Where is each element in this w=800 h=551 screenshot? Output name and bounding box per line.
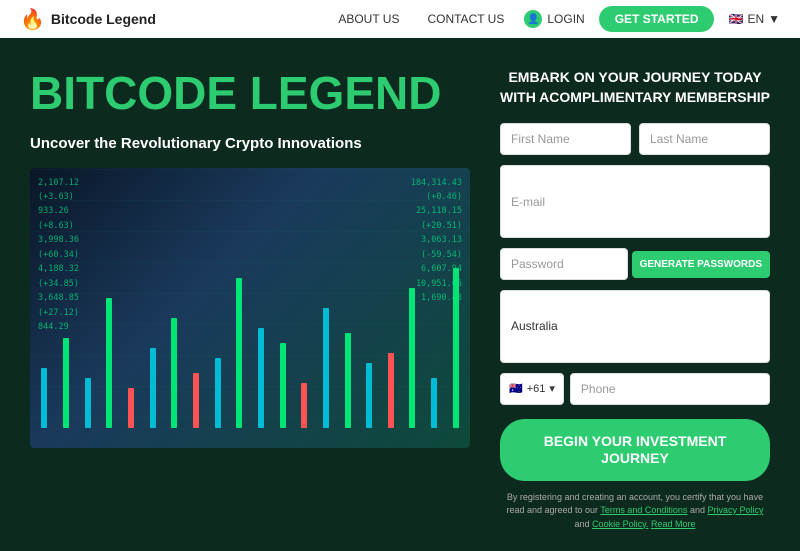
- generate-password-button[interactable]: GENERATE PASSWORDS: [632, 251, 770, 278]
- login-label: LOGIN: [547, 12, 584, 26]
- invest-button[interactable]: BEGIN YOUR INVESTMENT JOURNEY: [500, 419, 770, 481]
- hero-section: BITCODE LEGEND Uncover the Revolutionary…: [30, 68, 470, 531]
- candle-15: [338, 333, 357, 428]
- name-row: [500, 123, 770, 155]
- password-input[interactable]: [500, 248, 628, 280]
- candle-14: [317, 308, 336, 428]
- form-title: EMBARK ON YOUR JOURNEY TODAY WITH ACOMPL…: [500, 68, 770, 107]
- candle-18: [403, 288, 422, 428]
- email-input[interactable]: [500, 165, 770, 238]
- get-started-button[interactable]: GET STARTED: [599, 6, 715, 32]
- terms-link[interactable]: Terms and Conditions: [600, 505, 687, 515]
- candle-3: [78, 378, 97, 428]
- hero-image: 2,107.12 (+3.63) 933.26 (+8.63) 3,998.36…: [30, 168, 470, 448]
- phone-prefix: 🇦🇺 +61 ▾: [500, 373, 564, 405]
- chevron-down-icon: ▼: [768, 12, 780, 26]
- candle-10: [230, 278, 249, 428]
- language-label: EN: [747, 12, 764, 26]
- candle-11: [252, 328, 271, 428]
- country-input[interactable]: [500, 290, 770, 363]
- phone-code: +61: [527, 383, 546, 395]
- candle-19: [425, 378, 444, 428]
- navbar: 🔥 Bitcode Legend ABOUT US CONTACT US 👤 L…: [0, 0, 800, 38]
- candle-4: [100, 298, 119, 428]
- candle-5: [122, 388, 141, 428]
- candle-7: [165, 318, 184, 428]
- candle-1: [35, 368, 54, 428]
- flag-icon: 🇬🇧: [728, 12, 743, 26]
- candle-chart: [30, 228, 470, 428]
- phone-prefix-chevron: ▾: [549, 382, 555, 395]
- logo[interactable]: 🔥 Bitcode Legend: [20, 7, 156, 32]
- candle-13: [295, 383, 314, 428]
- candle-6: [143, 348, 162, 428]
- hero-title: BITCODE LEGEND: [30, 68, 470, 119]
- candle-9: [208, 358, 227, 428]
- hero-subtitle: Uncover the Revolutionary Crypto Innovat…: [30, 135, 470, 152]
- candle-8: [187, 373, 206, 428]
- user-icon: 👤: [524, 10, 542, 28]
- privacy-link[interactable]: Privacy Policy: [708, 505, 764, 515]
- candle-2: [57, 338, 76, 428]
- logo-icon: 🔥: [20, 7, 45, 32]
- nav-links: ABOUT US CONTACT US: [338, 12, 504, 26]
- registration-form: EMBARK ON YOUR JOURNEY TODAY WITH ACOMPL…: [500, 68, 770, 531]
- main-content: BITCODE LEGEND Uncover the Revolutionary…: [0, 38, 800, 551]
- candle-17: [382, 353, 401, 428]
- phone-input[interactable]: [570, 373, 770, 405]
- logo-text: Bitcode Legend: [51, 11, 156, 27]
- candle-16: [360, 363, 379, 428]
- cookie-link[interactable]: Cookie Policy.: [592, 519, 648, 529]
- australia-flag-icon: 🇦🇺: [509, 382, 523, 395]
- login-button[interactable]: 👤 LOGIN: [524, 10, 584, 28]
- candle-20: [446, 268, 465, 428]
- language-selector[interactable]: 🇬🇧 EN ▼: [728, 12, 780, 26]
- password-row: GENERATE PASSWORDS: [500, 248, 770, 280]
- terms-text: By registering and creating an account, …: [500, 491, 770, 532]
- candle-12: [273, 343, 292, 428]
- nav-contact-us[interactable]: CONTACT US: [427, 12, 504, 26]
- first-name-input[interactable]: [500, 123, 631, 155]
- phone-row: 🇦🇺 +61 ▾: [500, 373, 770, 405]
- last-name-input[interactable]: [639, 123, 770, 155]
- read-more-link[interactable]: Read More: [651, 519, 696, 529]
- nav-about-us[interactable]: ABOUT US: [338, 12, 399, 26]
